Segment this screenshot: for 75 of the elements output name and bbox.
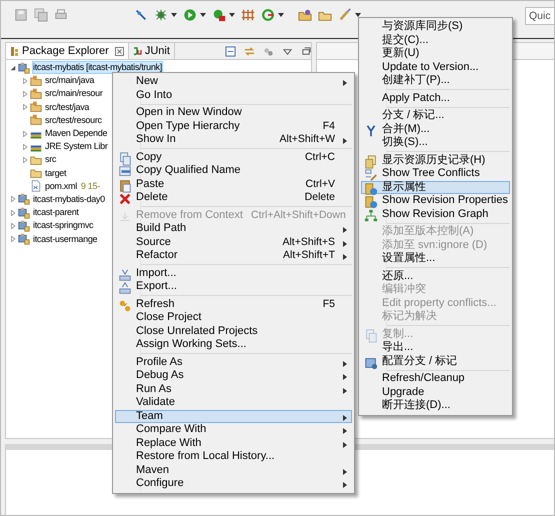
menu-item[interactable]: Apply Patch... [361,92,510,105]
menu-item[interactable]: 导出... [361,341,510,354]
menu-item[interactable]: Show Revision Graph [361,208,510,221]
menu-item[interactable]: Restore from Local History... [115,450,352,464]
menu-item[interactable]: Open Type Hierarchy F4 [115,120,352,133]
menu-item[interactable]: Source Alt+Shift+S [115,236,352,249]
menu-item[interactable]: Show In Alt+Shift+W [115,133,352,146]
tree-item[interactable]: src/main/java [44,74,96,88]
tree-item[interactable]: itcast-mybatis-day0 [32,192,106,206]
menu-item[interactable]: 合并(M)... [361,122,510,136]
menu-item[interactable]: Compare With [115,423,352,436]
menu-item[interactable]: Close Project [115,311,352,324]
menu-item[interactable]: Delete Delete [115,191,352,204]
menu-item[interactable]: Go Into [115,88,352,102]
shortcut-label: F4 [322,120,335,133]
menu-item[interactable]: 配置分支 / 标记 [361,354,510,368]
shortcut-label: Alt+Shift+W [280,133,335,146]
menu-item[interactable]: 分支 / 标记... [361,109,510,122]
menu-item[interactable]: 还原... [361,270,510,283]
menu-item[interactable]: Configure [115,477,352,490]
menu-item[interactable]: Profile As [115,356,352,369]
menu-item[interactable]: Maven [115,464,352,477]
menu-item[interactable]: Team [115,410,352,423]
shortcut-label: Alt+Shift+T [283,249,335,262]
menu-item[interactable]: Show Tree Conflicts [361,167,510,180]
menu-item[interactable]: Export... [115,280,352,294]
menu-item[interactable]: Copy Qualified Name [115,164,352,178]
tree-item[interactable]: src/test/java [44,100,90,114]
menu-item[interactable]: Debug As [115,369,352,382]
revision-label: 9 15- [80,181,100,192]
menu-item[interactable]: Replace With [115,436,352,450]
menu-item[interactable]: 切换(S)... [361,136,510,150]
view-tab[interactable]: Package Explorer [6,43,129,59]
tree-item[interactable]: itcast-springmvc [32,219,94,232]
quick-access-field[interactable]: Quic [525,7,555,25]
menu-item[interactable]: Open in New Window [115,106,352,120]
menu-item[interactable]: Refresh/Cleanup [361,372,510,386]
menu-item[interactable]: Copy Ctrl+C [115,150,352,164]
tree-item[interactable]: src/main/resour [44,87,104,100]
menu-item[interactable]: 创建补丁(P)... [361,74,510,88]
shortcut-label: Delete [304,191,335,204]
tree-item[interactable]: Maven Depende [44,127,108,140]
shortcut-label: Ctrl+C [304,150,335,164]
menu-item[interactable]: Close Unrelated Projects [115,324,352,338]
tree-item[interactable]: target [44,166,68,180]
menu-item[interactable]: Run As [115,382,352,396]
shortcut-label: Ctrl+Alt+Shift+Down [250,208,346,222]
menu-item[interactable]: 提交(C)... [361,34,510,47]
tree-item[interactable]: itcast-mybatis [itcast-mybatis/trunk] [32,61,163,74]
shortcut-label: Alt+Shift+S [282,236,335,249]
menu-item[interactable]: Paste Ctrl+V [115,178,352,191]
menu-item[interactable]: 显示资源历史记录(H) [361,154,510,167]
menu-item[interactable]: Upgrade [361,386,510,399]
menu-item[interactable]: Assign Working Sets... [115,338,352,352]
menu-item[interactable]: 显示属性 [361,180,510,194]
tree-item[interactable]: src/test/resourc [44,114,103,127]
menu-item[interactable]: Import... [115,266,352,280]
view-tab[interactable]: JUnit [128,43,175,59]
menu-item[interactable]: Update to Version... [361,60,510,74]
shortcut-label: Ctrl+V [306,178,335,191]
tree-item[interactable]: itcast-usermange [32,232,98,246]
menu-item[interactable]: Refresh F5 [115,298,352,311]
tree-item[interactable]: pom.xml [44,180,78,193]
tree-item[interactable]: itcast-parent [32,206,80,220]
tree-item[interactable]: JRE System Libr [44,140,109,154]
menu-item[interactable]: Show Revision Properties [361,194,510,208]
menu-item[interactable]: Validate [115,396,352,410]
tree-item[interactable]: src [44,153,58,166]
menu-item[interactable]: New [115,75,352,88]
menu-item[interactable]: Refactor Alt+Shift+T [115,249,352,262]
menu-item[interactable]: 断开连接(D)... [361,399,510,412]
menu-item[interactable]: Build Path [115,222,352,236]
menu-item[interactable]: 设置属性... [361,252,510,266]
shortcut-label: F5 [322,298,335,311]
menu-item[interactable]: 与资源库同步(S) [361,20,510,34]
